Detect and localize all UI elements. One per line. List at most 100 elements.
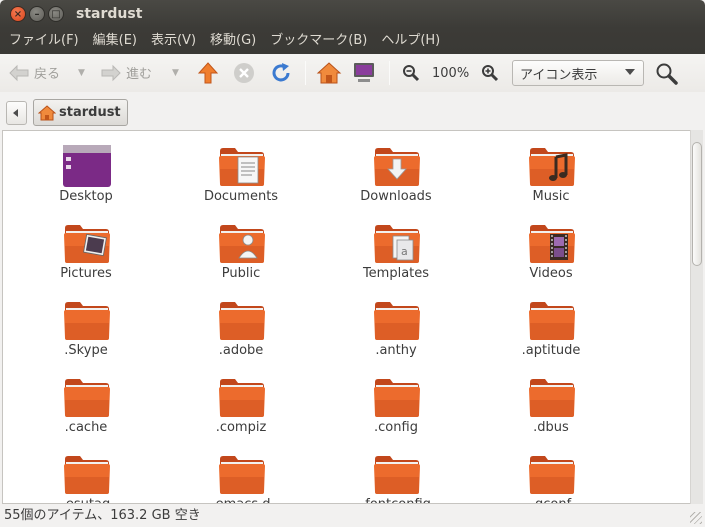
file-item[interactable]: Documents — [176, 131, 306, 207]
up-arrow-icon — [197, 62, 219, 84]
reload-button[interactable] — [270, 62, 292, 84]
zoom-level: 100% — [432, 66, 470, 81]
window-title: stardust — [76, 6, 143, 22]
file-item[interactable]: .aptitude — [486, 285, 616, 361]
vertical-scrollbar[interactable] — [690, 130, 703, 504]
chevron-down-icon — [625, 69, 635, 75]
file-item-label: .Skype — [64, 343, 108, 358]
view-mode-select[interactable]: アイコン表示 — [512, 60, 644, 86]
breadcrumb-home[interactable]: stardust — [33, 99, 128, 126]
scrollbar-thumb[interactable] — [692, 142, 702, 266]
file-item-label: .anthy — [375, 343, 417, 358]
folder-icon — [63, 299, 111, 341]
file-item[interactable]: Videos — [486, 208, 616, 284]
pictures-folder-icon — [63, 222, 111, 264]
file-item-label: Downloads — [360, 189, 432, 204]
file-item[interactable]: .anthy — [331, 285, 461, 361]
documents-folder-icon — [218, 145, 266, 187]
file-item[interactable]: .dbus — [486, 362, 616, 438]
folder-icon — [528, 453, 576, 495]
file-item[interactable]: .fontconfig — [331, 439, 461, 503]
file-item[interactable]: .config — [331, 362, 461, 438]
svg-text:a: a — [401, 245, 408, 258]
file-item-label: .aptitude — [521, 343, 581, 358]
forward-arrow-icon — [101, 64, 121, 81]
file-item[interactable]: Downloads — [331, 131, 461, 207]
zoom-in-button[interactable] — [481, 64, 499, 82]
file-manager-window: × – □ stardust ファイル(F) 編集(E) 表示(V) 移動(G)… — [0, 0, 705, 527]
folder-icon — [63, 453, 111, 495]
folder-icon — [63, 376, 111, 418]
back-arrow-icon — [9, 64, 29, 81]
file-item-label: .cache — [64, 420, 108, 435]
folder-icon — [218, 453, 266, 495]
icon-view[interactable]: Desktop Documents Downloads Music Pictures Pu… — [2, 130, 692, 504]
file-item[interactable]: .cache — [21, 362, 151, 438]
menu-bookmarks[interactable]: ブックマーク(B) — [263, 28, 374, 54]
reload-icon — [272, 63, 290, 82]
close-window-button[interactable]: × — [10, 6, 26, 22]
toolbar-separator — [305, 61, 306, 85]
minimize-window-button[interactable]: – — [29, 6, 45, 22]
folder-icon — [218, 299, 266, 341]
file-item[interactable]: .compiz — [176, 362, 306, 438]
menu-help[interactable]: ヘルプ(H) — [374, 28, 447, 54]
folder-icon — [218, 376, 266, 418]
forward-label: 進む — [126, 67, 153, 82]
folder-icon — [528, 299, 576, 341]
desktop-folder-icon — [63, 145, 111, 187]
home-icon — [38, 104, 56, 120]
search-button[interactable] — [655, 62, 679, 86]
file-item-label: Documents — [203, 189, 279, 204]
file-item-label: Desktop — [59, 189, 113, 204]
file-item[interactable]: a Templates — [331, 208, 461, 284]
back-label: 戻る — [34, 67, 61, 82]
zoom-out-icon — [403, 65, 420, 82]
path-back-button[interactable] — [6, 101, 27, 125]
file-item[interactable]: Music — [486, 131, 616, 207]
resize-grip[interactable] — [690, 512, 702, 524]
file-item-label: .adobe — [218, 343, 264, 358]
music-folder-icon — [528, 145, 576, 187]
computer-button[interactable] — [352, 62, 376, 84]
zoom-in-icon — [482, 65, 499, 82]
chevron-left-icon — [13, 109, 18, 117]
menu-view[interactable]: 表示(V) — [144, 28, 203, 54]
status-bar: 55個のアイテム、163.2 GB 空き — [0, 504, 705, 527]
maximize-window-button[interactable]: □ — [48, 6, 64, 22]
home-button[interactable] — [316, 61, 342, 85]
view-mode-value: アイコン表示 — [520, 67, 598, 83]
file-item-label: Music — [532, 189, 570, 204]
search-icon — [656, 63, 678, 85]
menu-edit[interactable]: 編集(E) — [86, 28, 144, 54]
stop-icon — [234, 63, 254, 83]
file-item[interactable]: Desktop — [21, 131, 151, 207]
file-item[interactable]: .gconf — [486, 439, 616, 503]
back-button[interactable]: 戻る — [8, 63, 60, 82]
stop-button[interactable] — [233, 62, 255, 84]
file-item-label: Videos — [529, 266, 573, 281]
toolbar-separator — [389, 61, 390, 85]
file-item-label: Templates — [362, 266, 430, 281]
menu-file[interactable]: ファイル(F) — [2, 28, 86, 54]
back-history-chevron-icon[interactable]: ▼ — [78, 68, 85, 78]
up-button[interactable] — [197, 61, 219, 85]
location-bar: stardust — [0, 92, 705, 130]
file-item[interactable]: .adobe — [176, 285, 306, 361]
file-item[interactable]: Pictures — [21, 208, 151, 284]
menu-go[interactable]: 移動(G) — [203, 28, 263, 54]
file-item-label: .dbus — [533, 420, 569, 435]
zoom-out-button[interactable] — [402, 64, 420, 82]
forward-button[interactable]: 進む — [100, 63, 152, 82]
file-item[interactable]: Public — [176, 208, 306, 284]
breadcrumb-label: stardust — [59, 105, 121, 120]
videos-folder-icon — [528, 222, 576, 264]
title-bar: × – □ stardust — [0, 0, 705, 28]
file-item-label: .config — [374, 420, 418, 435]
menu-bar: ファイル(F) 編集(E) 表示(V) 移動(G) ブックマーク(B) ヘルプ(… — [0, 28, 705, 54]
file-item[interactable]: .Skype — [21, 285, 151, 361]
file-item[interactable]: .esutag — [21, 439, 151, 503]
file-item-label: .emacs.d — [176, 497, 306, 503]
forward-history-chevron-icon[interactable]: ▼ — [172, 68, 179, 78]
file-item[interactable]: .emacs.d — [176, 439, 306, 503]
